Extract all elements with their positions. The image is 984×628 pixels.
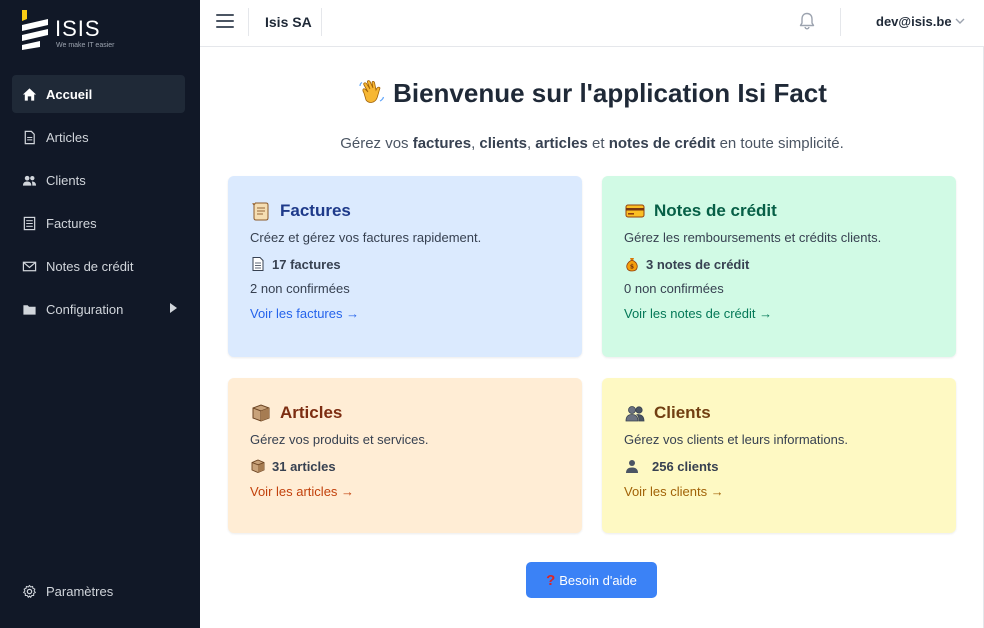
- isis-logo-mark-icon: [22, 10, 48, 50]
- home-icon: [20, 85, 38, 103]
- caret-right-icon[interactable]: [170, 303, 177, 313]
- waving-hand-icon: [359, 80, 385, 103]
- page-title-text: Bienvenue sur l'application Isi Fact: [393, 78, 827, 108]
- svg-text:$: $: [630, 264, 634, 271]
- menu-toggle-button[interactable]: [216, 14, 234, 30]
- card-pending: 0 non confirmées: [624, 281, 724, 296]
- card-title: Notes de crédit: [624, 198, 934, 224]
- header-divider: [840, 8, 841, 36]
- card-count-text: 3 notes de crédit: [646, 256, 750, 272]
- sidebar-nav: Accueil Articles Clients Factures Notes …: [12, 75, 185, 333]
- subtitle-text: en toute simplicité.: [715, 135, 844, 152]
- subtitle-emphasis: factures: [412, 135, 472, 152]
- view-factures-link[interactable]: Voir les factures →: [250, 306, 359, 321]
- card-description: Gérez vos produits et services.: [250, 432, 429, 447]
- brand-tagline: We make IT easier: [56, 42, 115, 49]
- brand-name: ISIS: [55, 16, 101, 41]
- page-title: Bienvenue sur l'application Isi Fact: [200, 77, 984, 109]
- card-count: 17 factures: [250, 256, 560, 272]
- scroll-icon: [252, 202, 269, 221]
- user-menu[interactable]: dev@isis.be: [876, 14, 952, 29]
- users-silhouette-icon: [625, 406, 645, 422]
- help-button[interactable]: ? Besoin d'aide: [526, 562, 657, 598]
- sidebar-item-label: Accueil: [46, 86, 93, 102]
- money-bag-icon: $: [626, 258, 638, 272]
- view-articles-link[interactable]: Voir les articles →: [250, 484, 354, 499]
- card-description: Gérez vos clients et leurs informations.: [624, 432, 848, 447]
- card-count-text: 31 articles: [272, 458, 336, 474]
- subtitle-emphasis: clients: [479, 135, 527, 152]
- sidebar-item-label: Clients: [46, 172, 86, 188]
- card-count: 256 clients: [624, 458, 934, 474]
- card-title: Clients: [624, 400, 934, 426]
- header-divider: [321, 8, 322, 36]
- sidebar-item-notes-de-credit[interactable]: Notes de crédit: [12, 247, 185, 285]
- card-count-text: 17 factures: [272, 256, 341, 272]
- user-silhouette-icon: [626, 460, 638, 473]
- invoice-icon: [20, 214, 38, 232]
- sidebar-item-accueil[interactable]: Accueil: [12, 75, 185, 113]
- page-icon: [252, 257, 264, 271]
- help-button-label: Besoin d'aide: [559, 572, 637, 588]
- subtitle-text: et: [587, 135, 609, 152]
- chevron-down-icon[interactable]: [954, 15, 966, 27]
- view-clients-link[interactable]: Voir les clients →: [624, 484, 724, 499]
- card-count: 31 articles: [250, 458, 560, 474]
- package-icon: [252, 404, 270, 422]
- card-count-text: 256 clients: [652, 458, 719, 474]
- subtitle-emphasis: notes de crédit: [608, 135, 716, 152]
- card-pending: 2 non confirmées: [250, 281, 350, 296]
- isis-logo[interactable]: ISIS We make IT easier: [18, 6, 128, 52]
- sidebar: ISIS We make IT easier Accueil Articles …: [0, 0, 200, 628]
- package-icon: [251, 459, 265, 473]
- gear-icon: [20, 582, 38, 600]
- envelope-icon: [20, 257, 38, 275]
- card-title-text: Notes de crédit: [654, 201, 777, 220]
- card-title-text: Factures: [280, 201, 351, 220]
- document-icon: [20, 128, 38, 146]
- credit-notes-card: Notes de crédit Gérez les remboursements…: [602, 176, 956, 357]
- subtitle-text: Gérez vos: [340, 135, 413, 152]
- card-description: Créez et gérez vos factures rapidement.: [250, 230, 482, 245]
- card-title: Articles: [250, 400, 560, 426]
- credit-card-icon: [625, 204, 645, 218]
- settings-link[interactable]: Paramètres: [20, 582, 113, 600]
- card-title-text: Articles: [280, 403, 343, 422]
- hamburger-line: [216, 20, 234, 22]
- header-divider: [248, 8, 249, 36]
- sidebar-item-label: Notes de crédit: [46, 258, 134, 274]
- bell-icon[interactable]: [797, 11, 817, 31]
- sidebar-item-label: Configuration: [46, 301, 124, 317]
- articles-card: Articles Gérez vos produits et services.…: [228, 378, 582, 533]
- sidebar-item-factures[interactable]: Factures: [12, 204, 185, 242]
- clients-card: Clients Gérez vos clients et leurs infor…: [602, 378, 956, 533]
- page-subtitle: Gérez vos factures, clients, articles et…: [200, 135, 984, 152]
- sidebar-item-articles[interactable]: Articles: [12, 118, 185, 156]
- view-credit-notes-link[interactable]: Voir les notes de crédit →: [624, 306, 772, 321]
- question-mark-icon: ?: [546, 571, 556, 589]
- factures-card: Factures Créez et gérez vos factures rap…: [228, 176, 582, 357]
- hamburger-line: [216, 14, 234, 16]
- sidebar-item-label: Factures: [46, 215, 97, 231]
- card-count: $ 3 notes de crédit: [624, 256, 934, 272]
- hamburger-line: [216, 26, 234, 28]
- main-content: Bienvenue sur l'application Isi Fact Gér…: [200, 47, 984, 628]
- folder-icon: [20, 300, 38, 318]
- sidebar-item-label: Articles: [46, 129, 89, 145]
- card-description: Gérez les remboursements et crédits clie…: [624, 230, 882, 245]
- card-title: Factures: [250, 198, 560, 224]
- card-title-text: Clients: [654, 403, 711, 422]
- company-name[interactable]: Isis SA: [265, 14, 312, 30]
- settings-label: Paramètres: [46, 583, 114, 599]
- users-icon: [20, 171, 38, 189]
- sidebar-item-clients[interactable]: Clients: [12, 161, 185, 199]
- sidebar-item-configuration[interactable]: Configuration: [12, 290, 185, 328]
- top-header: Isis SA dev@isis.be: [200, 0, 984, 47]
- subtitle-emphasis: articles: [535, 135, 588, 152]
